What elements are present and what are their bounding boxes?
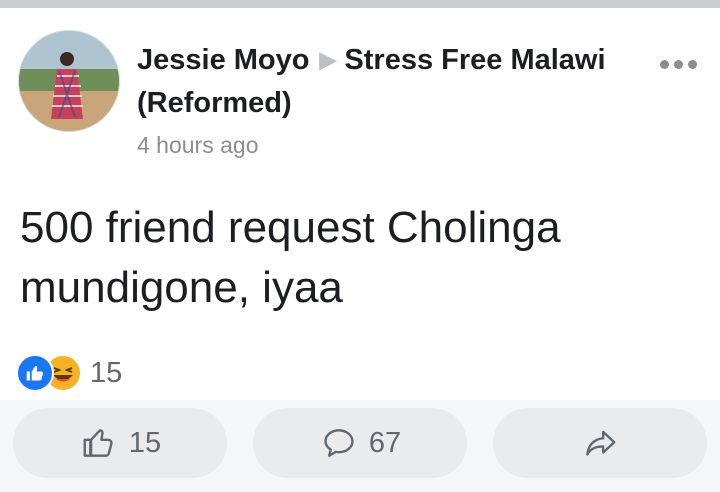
thumbs-up-outline-icon: [83, 429, 113, 457]
reactions-summary[interactable]: 15: [16, 353, 122, 393]
comment-button[interactable]: 67: [253, 408, 467, 478]
top-divider: [0, 0, 720, 8]
more-options-button[interactable]: [656, 52, 700, 76]
post-card: Jessie Moyo ▶ Stress Free Malawi (Reformed…: [0, 8, 720, 492]
triangle-right-icon: ▶: [319, 47, 337, 72]
post-timestamp[interactable]: 4 hours ago: [137, 132, 258, 159]
like-count: 15: [128, 426, 162, 459]
comment-count: 67: [368, 426, 402, 459]
avatar[interactable]: [18, 30, 120, 132]
like-button[interactable]: 15: [13, 408, 227, 478]
post-header: Jessie Moyo ▶ Stress Free Malawi (Reformed…: [137, 38, 607, 125]
reaction-count: 15: [90, 356, 123, 389]
author-name[interactable]: Jessie Moyo: [137, 44, 309, 76]
thumbs-up-icon: [26, 365, 43, 381]
comment-bubble-icon: [324, 429, 354, 457]
dot-icon: [687, 59, 697, 69]
action-bar: 15 67: [0, 400, 720, 492]
share-arrow-icon: [586, 430, 616, 456]
dot-icon: [659, 59, 669, 69]
like-reaction-icon: [16, 354, 54, 392]
share-button[interactable]: [493, 408, 707, 478]
post-text: 500 friend request Cholinga mundigone, i…: [20, 203, 561, 312]
dot-icon: [673, 59, 683, 69]
avatar-photo: [19, 31, 119, 131]
